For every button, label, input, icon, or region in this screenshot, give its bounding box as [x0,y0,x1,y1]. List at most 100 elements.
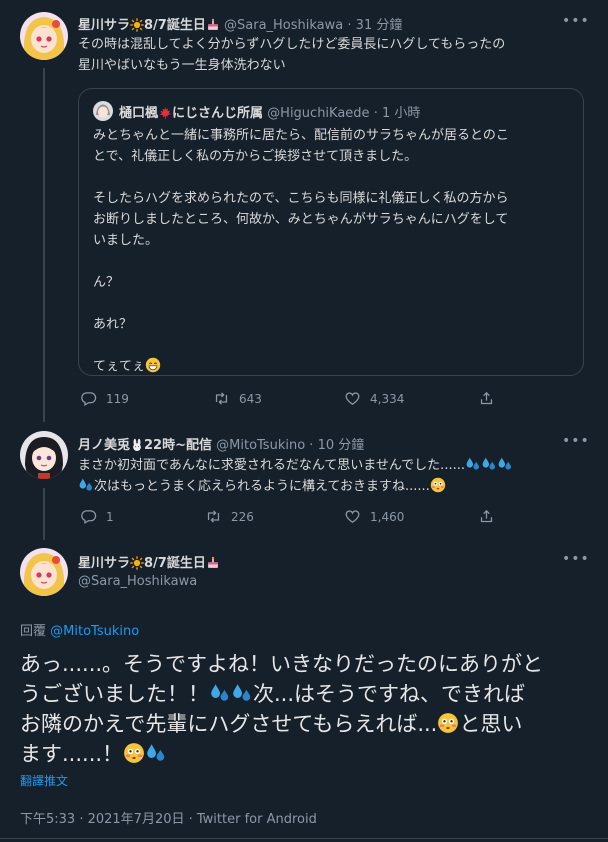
reply-prefix: 回覆 [20,624,47,639]
quoted-time: 1 小時 [381,106,421,121]
sweat-droplets-emoji [78,477,94,493]
cake-emoji [206,18,220,32]
quoted-display-name-suffix: にじさんじ所属 [172,106,264,121]
retweet-count: 226 [231,509,254,524]
reply-button[interactable]: 119 [80,390,129,407]
tweet-time[interactable]: 10 分鐘 [318,438,365,453]
like-count: 4,334 [370,391,405,406]
share-button[interactable] [478,390,495,407]
reply-icon [80,508,97,525]
display-name-suffix: 8/7誕生日 [144,556,206,571]
quoted-text-line: お断りしましたところ、何故か、みとちゃんがサラちゃんにハグをして [93,212,509,227]
quoted-handle: @HiguchiKaede [267,106,370,121]
avatar[interactable] [20,431,68,479]
maple-leaf-emoji [158,106,172,120]
retweet-icon [205,508,222,525]
sun-emoji [130,556,144,570]
tweet-text-line: まさか初対面であんなに求愛されるだなんて思いませんでした...... [78,455,590,476]
flushed-face-emoji [123,742,145,764]
separator-dot: · [309,438,314,453]
more-icon[interactable]: ••• [562,12,589,32]
sweat-droplets-emoji [481,456,497,472]
main-tweet-line: うございました！！ 次...はそうですね、できれば [20,679,590,709]
flushed-face-emoji [437,712,459,734]
user-handle[interactable]: @MitoTsukino [216,438,305,453]
main-tweet-line: あっ......。そうですよね！いきなりだったのにありがと [20,652,544,676]
avatar[interactable] [20,12,68,60]
heart-icon [344,508,361,525]
tweet-timestamp-source[interactable]: 下午5:33 · 2021年7月20日 · Twitter for Androi… [20,808,317,827]
tweet-actions: 1 226 1,460 [80,508,580,528]
like-count: 1,460 [370,509,405,524]
retweet-button[interactable]: 226 [205,508,254,525]
tweet-text-part: まさか初対面であんなに求愛されるだなんて思いませんでした...... [78,458,465,473]
separator-dot: · [373,106,378,121]
quoted-text: みとちゃんと一緒に事務所に居たら、配信前のサラちゃんが居るとのこ とで、礼儀正し… [93,125,573,377]
avatar[interactable] [20,548,68,596]
quoted-text-line: ん？ [93,275,120,290]
rabbit-emoji [130,438,144,452]
separator-dot: · [347,18,352,33]
quoted-text-line: いました。 [93,233,159,248]
more-icon[interactable]: ••• [562,550,589,570]
tweet-author: 星川サラ 8/7誕生日 [78,552,220,571]
display-name-suffix: 22時~配信 [144,438,212,453]
sweat-droplets-emoji [209,682,231,704]
tweet-header: 星川サラ 8/7誕生日 @Sara_Hoshikawa · 31 分鐘 [78,14,402,33]
quoted-text-line: あれ？ [93,317,133,332]
share-icon [478,508,495,525]
main-tweet-part: うございました！！ [20,682,209,706]
main-tweet-line: ます......！ [20,739,590,769]
sweat-droplets-emoji [465,456,481,472]
heart-icon [344,390,361,407]
main-tweet-part: ます......！ [20,742,124,766]
main-tweet-part: 次...はそうですね、できれば [253,682,526,706]
sweat-droplets-emoji [145,742,167,764]
reply-to-link[interactable]: @MitoTsukino [50,624,139,639]
retweet-count: 643 [239,391,262,406]
tweet-text: その時は混乱してよく分からずハグしたけど委員長にハグしてもらったの 星川やばいな… [78,34,505,76]
like-button[interactable]: 1,460 [344,508,404,525]
grinning-face-emoji [145,357,161,373]
user-handle[interactable]: @Sara_Hoshikawa [78,574,197,589]
reply-button[interactable]: 1 [80,508,114,525]
retweet-icon [213,390,230,407]
sweat-droplets-emoji [231,682,253,704]
tweet-text-part: 次はもっとうまく応えられるように構えておきますね...... [94,479,430,494]
thread-connector-line [43,488,45,540]
reply-count: 1 [106,509,114,524]
retweet-button[interactable]: 643 [213,390,262,407]
reply-count: 119 [106,391,129,406]
quoted-tweet[interactable]: 樋口楓 にじさんじ所属 @HiguchiKaede · 1 小時 みとちゃんと一緒… [78,88,584,376]
quoted-text-line: そしたらハグを求められたので、こちらも同様に礼儀正しく私の方から [93,191,509,206]
sweat-droplets-emoji [497,456,513,472]
tweet-text-line: 星川やばいなもう一生身体洗わない [78,58,286,73]
display-name[interactable]: 月ノ美兎 [78,438,130,453]
flushed-face-emoji [430,477,446,493]
main-tweet-part: と思い [459,712,523,736]
tweet-text-line: その時は混乱してよく分からずハグしたけど委員長にハグしてもらったの [78,37,506,52]
translate-tweet-link[interactable]: 翻譯推文 [20,772,68,789]
reply-icon [80,390,97,407]
quoted-text-line: てぇてぇ [93,356,573,377]
share-button[interactable] [478,508,495,525]
display-name[interactable]: 星川サラ [78,18,130,33]
tweet-text-line: 次はもっとうまく応えられるように構えておきますね...... [78,476,590,497]
quoted-header: 樋口楓 にじさんじ所属 @HiguchiKaede · 1 小時 [119,102,420,121]
quoted-text-last: てぇてぇ [93,359,146,374]
quoted-display-name: 樋口楓 [119,106,159,121]
more-icon[interactable]: ••• [562,432,589,452]
display-name-suffix: 8/7誕生日 [144,18,206,33]
tweet-text: まさか初対面であんなに求愛されるだなんて思いませんでした...... 次はもっと… [78,455,590,497]
like-button[interactable]: 4,334 [344,390,404,407]
tweet-time[interactable]: 31 分鐘 [356,18,403,33]
tweet-actions: 119 643 4,334 [80,390,580,410]
share-icon [478,390,495,407]
user-handle[interactable]: @Sara_Hoshikawa [224,18,343,33]
main-tweet-part: お隣のかえで先輩にハグさせてもらえれば... [20,712,438,736]
main-tweet-line: お隣のかえで先輩にハグさせてもらえれば... と思い [20,709,590,739]
tweet-header: 月ノ美兎 22時~配信 @MitoTsukino · 10 分鐘 [78,434,364,453]
display-name[interactable]: 星川サラ [78,556,130,571]
main-tweet-text: あっ......。そうですよね！いきなりだったのにありがと うございました！！ 次… [20,649,590,769]
thread-connector-line [43,68,45,422]
